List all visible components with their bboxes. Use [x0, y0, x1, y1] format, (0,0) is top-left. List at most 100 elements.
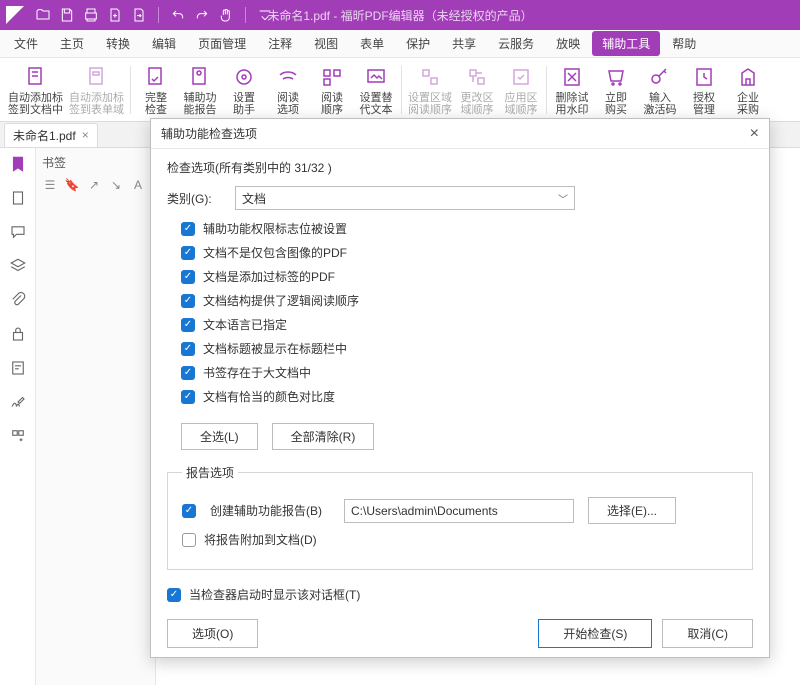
options-button[interactable]: 选项(O): [167, 619, 258, 648]
dialog-title: 辅助功能检查选项: [161, 125, 257, 142]
redo-icon[interactable]: [193, 6, 211, 24]
ribbon-full-check[interactable]: 完整检查: [135, 62, 177, 118]
report-options-legend: 报告选项: [182, 464, 238, 481]
menu-protect[interactable]: 保护: [396, 31, 440, 56]
ribbon-enterprise[interactable]: 企业采购: [727, 62, 769, 118]
bookmarks-icon[interactable]: [8, 154, 28, 174]
chevron-down-icon: ﹀: [558, 191, 568, 206]
check-item-label: 文档结构提供了逻辑阅读顺序: [203, 292, 359, 309]
ribbon-read-order[interactable]: 阅读顺序: [311, 62, 353, 118]
panel-menu-icon[interactable]: ☰: [42, 177, 58, 193]
report-path-field[interactable]: C:\Users\admin\Documents: [344, 499, 574, 523]
menu-accessibility[interactable]: 辅助工具: [592, 31, 660, 56]
dialog-close-icon[interactable]: ×: [750, 125, 759, 143]
show-on-start-label: 当检查器启动时显示该对话框(T): [189, 586, 360, 603]
browse-button[interactable]: 选择(E)...: [588, 497, 676, 524]
dialog-footer: 选项(O) 开始检查(S) 取消(C): [151, 609, 769, 657]
start-check-button[interactable]: 开始检查(S): [538, 619, 652, 648]
layers-icon[interactable]: [8, 256, 28, 276]
ribbon: 自动添加标签到文档中 自动添加标签到表单域 完整检查 辅助功能报告 设置助手 阅…: [0, 58, 800, 122]
ribbon-alt-text[interactable]: 设置替代文本: [355, 62, 397, 118]
menu-home[interactable]: 主页: [50, 31, 94, 56]
titlebar: 未命名1.pdf - 福昕PDF编辑器（未经授权的产品）: [0, 0, 800, 30]
panel-text-icon[interactable]: A: [130, 177, 146, 193]
menu-share[interactable]: 共享: [442, 31, 486, 56]
checkbox[interactable]: ✓: [181, 366, 195, 380]
create-report-label: 创建辅助功能报告(B): [210, 502, 330, 519]
check-item-label: 文档标题被显示在标题栏中: [203, 340, 347, 357]
a11y-check-dialog: 辅助功能检查选项 × 检查选项(所有类别中的 31/32 ) 类别(G): 文档…: [150, 118, 770, 658]
attachments-icon[interactable]: [8, 290, 28, 310]
ribbon-autotag-doc[interactable]: 自动添加标签到文档中: [6, 62, 65, 118]
menu-edit[interactable]: 编辑: [142, 31, 186, 56]
checkbox[interactable]: ✓: [181, 270, 195, 284]
panel-title: 书签: [42, 154, 149, 171]
close-icon[interactable]: ×: [82, 128, 89, 142]
sidebar: [0, 148, 36, 685]
checkbox[interactable]: ✓: [181, 318, 195, 332]
doc-arrow-icon[interactable]: [130, 6, 148, 24]
doc-tab-label: 未命名1.pdf: [13, 127, 76, 144]
pages-icon[interactable]: [8, 188, 28, 208]
checkbox-create-report[interactable]: ✓: [182, 504, 196, 518]
checkbox[interactable]: ✓: [181, 222, 195, 236]
panel-expand-icon[interactable]: ↗: [86, 177, 102, 193]
doc-plus-icon[interactable]: [106, 6, 124, 24]
menu-annotate[interactable]: 注释: [258, 31, 302, 56]
undo-icon[interactable]: [169, 6, 187, 24]
ribbon-a11y-report[interactable]: 辅助功能报告: [179, 62, 221, 118]
select-all-button[interactable]: 全选(L): [181, 423, 258, 450]
menu-view[interactable]: 视图: [304, 31, 348, 56]
menu-form[interactable]: 表单: [350, 31, 394, 56]
panel-add-icon[interactable]: 🔖: [64, 177, 80, 193]
checkbox[interactable]: ✓: [181, 294, 195, 308]
checkbox[interactable]: ✓: [181, 246, 195, 260]
ribbon-apply-region-order: 应用区域顺序: [500, 62, 542, 118]
menu-file[interactable]: 文件: [4, 31, 48, 56]
ribbon-enter-key[interactable]: 输入激活码: [639, 62, 681, 118]
category-value: 文档: [242, 190, 266, 207]
check-options-header: 检查选项(所有类别中的 31/32 ): [167, 159, 753, 176]
checkbox[interactable]: ✓: [181, 342, 195, 356]
form-icon[interactable]: [8, 358, 28, 378]
ribbon-set-region-order: 设置区域阅读顺序: [406, 62, 454, 118]
checkbox-attach-report[interactable]: [182, 533, 196, 547]
app-logo: [6, 6, 24, 24]
category-select[interactable]: 文档 ﹀: [235, 186, 575, 210]
check-item-label: 文档是添加过标签的PDF: [203, 268, 335, 285]
clear-all-button[interactable]: 全部清除(R): [272, 423, 375, 450]
ribbon-autotag-form: 自动添加标签到表单域: [67, 62, 126, 118]
print-icon[interactable]: [82, 6, 100, 24]
menubar: 文件 主页 转换 编辑 页面管理 注释 视图 表单 保护 共享 云服务 放映 辅…: [0, 30, 800, 58]
dialog-titlebar: 辅助功能检查选项 ×: [151, 119, 769, 149]
check-item-label: 书签存在于大文档中: [203, 364, 311, 381]
checkbox[interactable]: ✓: [181, 390, 195, 404]
open-icon[interactable]: [34, 6, 52, 24]
window-title: 未命名1.pdf - 福昕PDF编辑器（未经授权的产品）: [267, 7, 532, 24]
comments-icon[interactable]: [8, 222, 28, 242]
ribbon-license-mgmt[interactable]: 授权管理: [683, 62, 725, 118]
menu-help[interactable]: 帮助: [662, 31, 706, 56]
panel-collapse-icon[interactable]: ↘: [108, 177, 124, 193]
check-item-label: 文档不是仅包含图像的PDF: [203, 244, 347, 261]
more-icon[interactable]: [8, 426, 28, 446]
ribbon-buy-now[interactable]: 立即购买: [595, 62, 637, 118]
ribbon-read-options[interactable]: 阅读选项: [267, 62, 309, 118]
security-icon[interactable]: [8, 324, 28, 344]
doc-tab[interactable]: 未命名1.pdf ×: [4, 123, 98, 147]
hand-icon[interactable]: [217, 6, 235, 24]
save-icon[interactable]: [58, 6, 76, 24]
checkbox-show-on-start[interactable]: ✓: [167, 588, 181, 602]
check-item-label: 文本语言已指定: [203, 316, 287, 333]
signature-icon[interactable]: [8, 392, 28, 412]
category-label: 类别(G):: [167, 190, 223, 207]
attach-report-label: 将报告附加到文档(D): [204, 531, 317, 548]
ribbon-remove-trial-wm[interactable]: 删除试用水印: [551, 62, 593, 118]
menu-present[interactable]: 放映: [546, 31, 590, 56]
menu-convert[interactable]: 转换: [96, 31, 140, 56]
bookmarks-panel: 书签 ☰ 🔖 ↗ ↘ A: [36, 148, 156, 685]
cancel-button[interactable]: 取消(C): [662, 619, 753, 648]
menu-pagemgmt[interactable]: 页面管理: [188, 31, 256, 56]
menu-cloud[interactable]: 云服务: [488, 31, 544, 56]
ribbon-setup-assistant[interactable]: 设置助手: [223, 62, 265, 118]
